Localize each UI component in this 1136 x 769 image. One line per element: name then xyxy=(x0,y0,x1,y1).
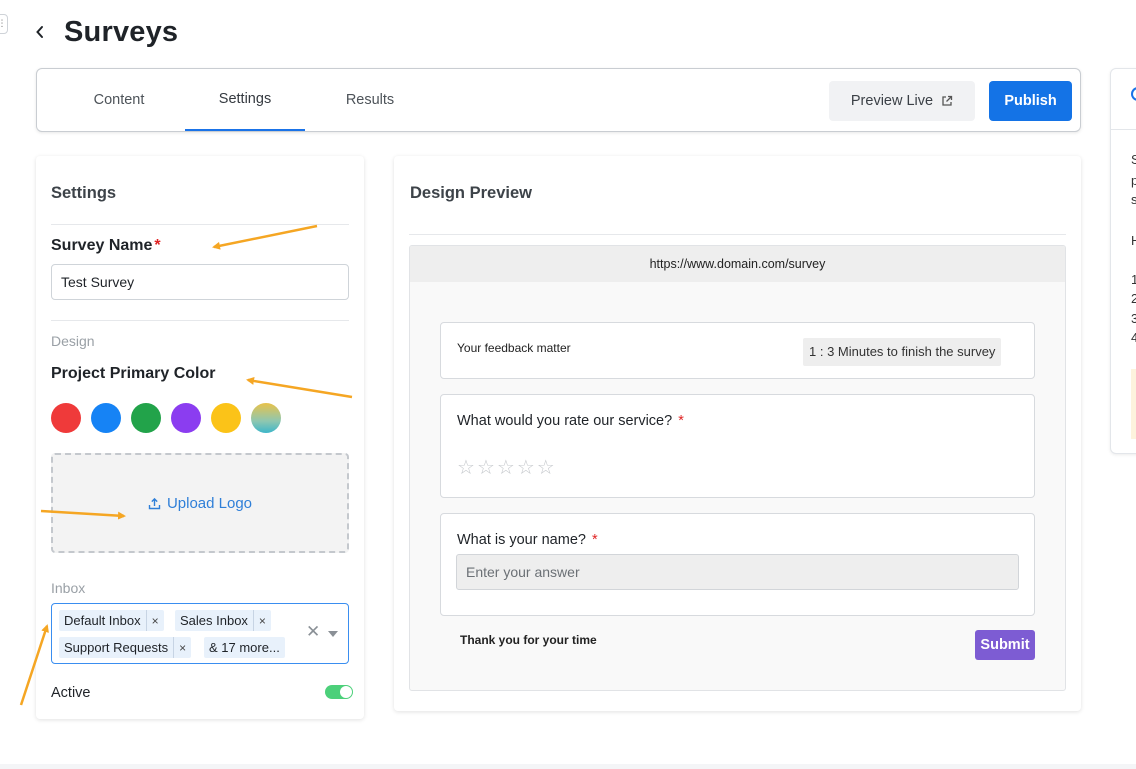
side-info-panel: S p s H 1 2 3 4 xyxy=(1110,68,1136,454)
publish-button[interactable]: Publish xyxy=(989,81,1072,121)
inbox-tag-label: Support Requests xyxy=(64,640,169,655)
active-toggle[interactable] xyxy=(325,685,353,699)
question-name-box: What is your name? * xyxy=(440,513,1035,616)
time-badge: 1 : 3 Minutes to finish the survey xyxy=(803,338,1002,366)
divider xyxy=(409,234,1066,235)
inbox-tag: Support Requests × xyxy=(59,637,192,658)
dropdown-caret-icon[interactable] xyxy=(328,631,338,637)
remove-tag-icon[interactable]: × xyxy=(252,610,271,631)
side-panel-divider xyxy=(1111,129,1136,130)
remove-tag-icon[interactable]: × xyxy=(173,637,191,658)
side-panel-text: s xyxy=(1131,193,1136,206)
side-panel-icon xyxy=(1131,87,1136,101)
design-section-label: Design xyxy=(51,333,95,349)
remove-tag-icon[interactable]: × xyxy=(145,610,164,631)
question-name-label: What is your name? xyxy=(457,532,586,548)
inbox-tag: Default Inbox × xyxy=(59,610,164,631)
external-link-icon xyxy=(942,95,953,106)
side-panel-text: S xyxy=(1131,153,1136,166)
tab-results[interactable]: Results xyxy=(320,69,420,131)
question-rating-box: What would you rate our service? * ☆ ☆ ☆… xyxy=(440,394,1035,498)
page-title: Surveys xyxy=(64,15,179,48)
side-panel-text: 1 xyxy=(1131,273,1136,286)
star-icon[interactable]: ☆ xyxy=(537,458,555,478)
upload-logo-label: Upload Logo xyxy=(166,494,253,512)
thank-you-text: Thank you for your time xyxy=(460,633,597,647)
tab-settings[interactable]: Settings xyxy=(185,69,305,131)
star-icon[interactable]: ☆ xyxy=(477,458,495,478)
settings-panel: Settings Survey Name* Design Project Pri… xyxy=(36,156,364,719)
preview-live-button[interactable]: Preview Live xyxy=(829,81,975,121)
inbox-tag-label: Sales Inbox xyxy=(180,613,248,628)
tab-content[interactable]: Content xyxy=(69,69,169,131)
upload-logo-dropzone[interactable]: Upload Logo xyxy=(51,453,349,553)
required-mark: * xyxy=(591,532,598,548)
survey-header-box: Your feedback matter 1 : 3 Minutes to fi… xyxy=(440,322,1035,379)
survey-name-label: Survey Name * xyxy=(51,237,161,255)
required-mark: * xyxy=(678,413,684,429)
color-swatch-purple[interactable] xyxy=(171,403,201,433)
settings-title: Settings xyxy=(51,184,117,202)
question-rating-label: What would you rate our service? xyxy=(457,413,673,429)
color-swatch-yellow[interactable] xyxy=(211,403,241,433)
rating-stars[interactable]: ☆ ☆ ☆ ☆ ☆ xyxy=(457,458,555,478)
star-icon[interactable]: ☆ xyxy=(517,458,535,478)
question-name-text: What is your name? * xyxy=(457,532,598,548)
back-chevron-icon xyxy=(36,26,43,38)
side-panel-text: 3 xyxy=(1131,312,1136,325)
color-swatch-gradient[interactable] xyxy=(251,403,281,433)
clear-icon[interactable]: ✕ xyxy=(306,622,320,642)
divider xyxy=(51,224,349,225)
active-label: Active xyxy=(51,685,91,701)
footer-strip xyxy=(0,764,1136,769)
star-icon[interactable]: ☆ xyxy=(497,458,515,478)
divider xyxy=(51,320,349,321)
inbox-tag: Sales Inbox × xyxy=(175,610,271,631)
star-icon[interactable]: ☆ xyxy=(457,458,475,478)
color-swatch-red[interactable] xyxy=(51,403,81,433)
side-panel-text: 4 xyxy=(1131,331,1136,344)
required-mark: * xyxy=(154,237,161,254)
side-panel-text: H xyxy=(1131,234,1136,247)
page-header: Surveys xyxy=(30,14,178,50)
submit-button[interactable]: Submit xyxy=(975,630,1035,660)
side-panel-text: 2 xyxy=(1131,292,1136,305)
design-preview-panel: Design Preview https://www.domain.com/su… xyxy=(394,156,1081,711)
preview-live-label: Preview Live xyxy=(850,93,934,109)
inbox-label: Inbox xyxy=(51,580,86,596)
primary-color-label: Project Primary Color xyxy=(51,365,216,382)
color-swatch-blue[interactable] xyxy=(91,403,121,433)
toggle-knob xyxy=(340,686,352,698)
color-swatch-green[interactable] xyxy=(131,403,161,433)
tab-bar: Content Settings Results Preview Live Pu… xyxy=(36,68,1081,132)
side-panel-text: p xyxy=(1131,174,1136,187)
feedback-text: Your feedback matter xyxy=(457,341,571,355)
preview-title: Design Preview xyxy=(410,184,532,202)
inbox-multiselect[interactable]: Default Inbox × Sales Inbox × Support Re… xyxy=(51,603,349,664)
inbox-more-tag[interactable]: & 17 more... xyxy=(204,637,285,658)
inbox-tag-label: Default Inbox xyxy=(64,613,141,628)
back-button[interactable] xyxy=(30,14,50,50)
question-rating-text: What would you rate our service? * xyxy=(457,413,684,429)
browser-url-bar: https://www.domain.com/survey xyxy=(410,246,1065,282)
survey-name-label-text: Survey Name xyxy=(51,237,153,254)
collapse-handle[interactable]: ⋮ xyxy=(0,14,8,34)
side-panel-note xyxy=(1131,369,1136,439)
answer-input[interactable] xyxy=(456,554,1019,590)
survey-name-input[interactable] xyxy=(51,264,349,300)
upload-icon xyxy=(148,497,161,509)
browser-mockup: https://www.domain.com/survey Your feedb… xyxy=(409,245,1066,691)
